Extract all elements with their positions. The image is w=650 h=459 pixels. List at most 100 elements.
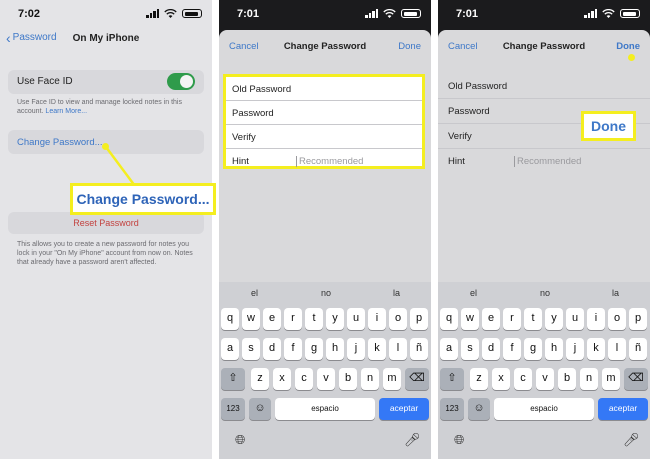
key[interactable]: u <box>347 308 365 330</box>
callout-dot <box>102 143 109 150</box>
key[interactable]: s <box>461 338 479 360</box>
key[interactable]: h <box>326 338 344 360</box>
key[interactable]: j <box>347 338 365 360</box>
hint-field[interactable]: Hint Recommended <box>438 149 650 173</box>
key[interactable]: y <box>326 308 344 330</box>
change-password-row[interactable]: Change Password... <box>8 130 204 154</box>
key[interactable]: p <box>629 308 647 330</box>
shift-key[interactable]: ⇧ <box>440 368 464 390</box>
key[interactable]: f <box>503 338 521 360</box>
key[interactable]: a <box>221 338 239 360</box>
done-button[interactable]: Done <box>398 41 421 52</box>
key[interactable]: l <box>389 338 407 360</box>
delete-key[interactable]: ⌫ <box>624 368 648 390</box>
key[interactable]: t <box>524 308 542 330</box>
key[interactable]: c <box>514 368 532 390</box>
microphone-icon[interactable]: 🎤︎ <box>404 432 421 448</box>
numbers-key[interactable]: 123 <box>221 398 245 420</box>
key[interactable]: j <box>566 338 584 360</box>
space-key[interactable]: espacio <box>494 398 594 420</box>
key[interactable]: a <box>440 338 458 360</box>
key[interactable]: m <box>383 368 401 390</box>
key[interactable]: z <box>251 368 269 390</box>
key[interactable]: q <box>221 308 239 330</box>
key[interactable]: v <box>317 368 335 390</box>
field-label: Hint <box>232 156 249 167</box>
key[interactable]: g <box>524 338 542 360</box>
key[interactable]: w <box>461 308 479 330</box>
key[interactable]: e <box>482 308 500 330</box>
globe-icon[interactable]: 🌐︎ <box>454 432 464 448</box>
suggestion[interactable]: no <box>540 288 550 298</box>
password-field[interactable]: Password <box>226 101 422 125</box>
field-label: Old Password <box>448 81 508 92</box>
key[interactable]: f <box>284 338 302 360</box>
key[interactable]: o <box>608 308 626 330</box>
key[interactable]: u <box>566 308 584 330</box>
reset-password-button[interactable]: Reset Password <box>8 212 204 234</box>
delete-key[interactable]: ⌫ <box>405 368 429 390</box>
key[interactable]: x <box>492 368 510 390</box>
space-key[interactable]: espacio <box>275 398 375 420</box>
verify-field[interactable]: Verify <box>226 125 422 149</box>
key[interactable]: n <box>361 368 379 390</box>
wifi-icon <box>164 9 177 18</box>
suggestion[interactable]: la <box>612 288 619 298</box>
key[interactable]: g <box>305 338 323 360</box>
key[interactable]: k <box>368 338 386 360</box>
change-password-callout: Change Password... <box>70 183 216 215</box>
suggestion[interactable]: la <box>393 288 400 298</box>
key[interactable]: m <box>602 368 620 390</box>
microphone-icon[interactable]: 🎤︎ <box>623 432 640 448</box>
learn-more-link[interactable]: Learn More... <box>45 108 87 115</box>
battery-icon <box>182 9 202 18</box>
key[interactable]: i <box>587 308 605 330</box>
key[interactable]: p <box>410 308 428 330</box>
key[interactable]: e <box>263 308 281 330</box>
key[interactable]: o <box>389 308 407 330</box>
key[interactable]: x <box>273 368 291 390</box>
key[interactable]: k <box>587 338 605 360</box>
status-bar: 7:01 <box>219 8 431 22</box>
emoji-key[interactable]: ☺ <box>249 398 271 420</box>
key[interactable]: b <box>339 368 357 390</box>
old-password-field[interactable]: Old Password <box>438 74 650 99</box>
key[interactable]: r <box>503 308 521 330</box>
suggestion[interactable]: no <box>321 288 331 298</box>
key[interactable]: z <box>470 368 488 390</box>
key[interactable]: s <box>242 338 260 360</box>
key[interactable]: d <box>263 338 281 360</box>
key[interactable]: l <box>608 338 626 360</box>
field-label: Verify <box>448 131 472 142</box>
status-bar: 7:02 <box>0 8 212 22</box>
suggestion[interactable]: el <box>251 288 258 298</box>
key[interactable]: t <box>305 308 323 330</box>
key[interactable]: d <box>482 338 500 360</box>
numbers-key[interactable]: 123 <box>440 398 464 420</box>
globe-icon[interactable]: 🌐︎ <box>235 432 245 448</box>
suggestions-bar: el no la <box>219 286 431 302</box>
key[interactable]: r <box>284 308 302 330</box>
key[interactable]: v <box>536 368 554 390</box>
key[interactable]: ñ <box>629 338 647 360</box>
old-password-field[interactable]: Old Password <box>226 77 422 101</box>
face-id-toggle[interactable] <box>167 73 195 90</box>
accept-key[interactable]: aceptar <box>379 398 429 420</box>
key[interactable]: ñ <box>410 338 428 360</box>
key[interactable]: q <box>440 308 458 330</box>
key[interactable]: y <box>545 308 563 330</box>
shift-key[interactable]: ⇧ <box>221 368 245 390</box>
key[interactable]: n <box>580 368 598 390</box>
wifi-icon <box>383 9 396 18</box>
accept-key[interactable]: aceptar <box>598 398 648 420</box>
emoji-key[interactable]: ☺ <box>468 398 490 420</box>
key[interactable]: w <box>242 308 260 330</box>
suggestion[interactable]: el <box>470 288 477 298</box>
hint-field[interactable]: Hint Recommended <box>226 149 422 172</box>
key[interactable]: b <box>558 368 576 390</box>
key[interactable]: c <box>295 368 313 390</box>
key[interactable]: i <box>368 308 386 330</box>
done-button[interactable]: Done <box>616 41 640 52</box>
key[interactable]: h <box>545 338 563 360</box>
reset-password-label: Reset Password <box>73 218 139 228</box>
